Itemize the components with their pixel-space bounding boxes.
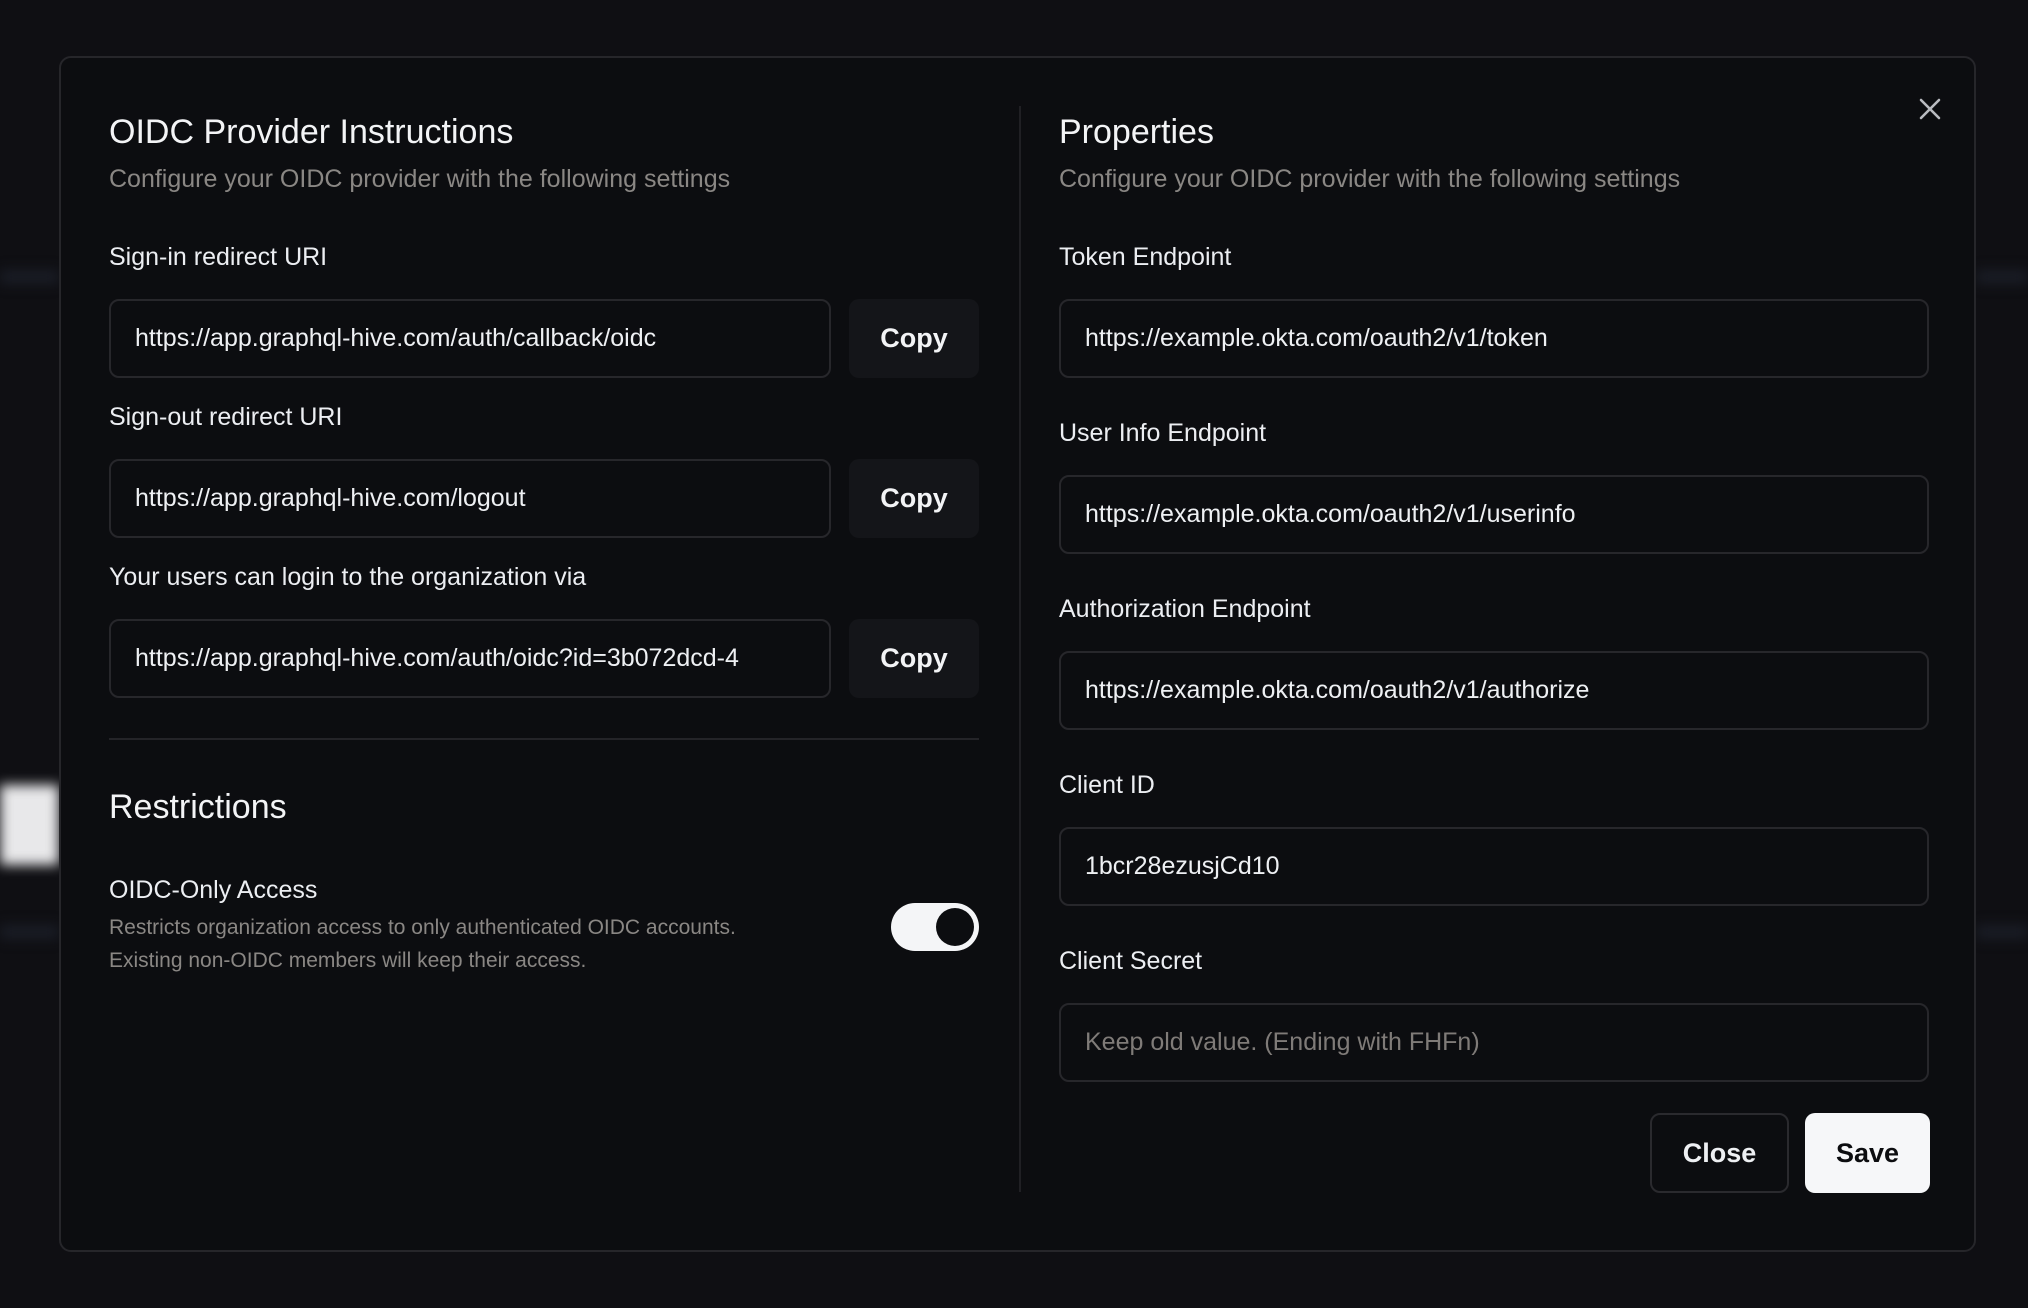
login-url-input[interactable]: https://app.graphql-hive.com/auth/oidc?i… <box>109 619 831 698</box>
oidc-settings-dialog: OIDC Provider Instructions Configure you… <box>59 56 1976 1252</box>
section-divider <box>109 738 979 740</box>
save-button[interactable]: Save <box>1805 1113 1930 1193</box>
blurred-background <box>0 270 59 284</box>
copy-login-url-button[interactable]: Copy <box>849 619 979 698</box>
user-info-endpoint-input[interactable]: https://example.okta.com/oauth2/v1/useri… <box>1059 475 1929 554</box>
copy-sign-out-uri-button[interactable]: Copy <box>849 459 979 538</box>
client-secret-label: Client Secret <box>1059 947 1203 975</box>
blurred-background <box>1976 270 2028 284</box>
token-endpoint-label: Token Endpoint <box>1059 243 1232 271</box>
description-line: Existing non-OIDC members will keep thei… <box>109 949 587 972</box>
column-divider <box>1019 106 1021 1192</box>
login-url-label: Your users can login to the organization… <box>109 563 587 591</box>
sign-out-uri-input[interactable]: https://app.graphql-hive.com/logout <box>109 459 831 538</box>
client-id-input[interactable]: 1bcr28ezusjCd10 <box>1059 827 1929 906</box>
toggle-knob <box>936 908 974 946</box>
client-id-label: Client ID <box>1059 771 1155 799</box>
blurred-background <box>0 785 59 865</box>
oidc-only-access-label: OIDC-Only Access <box>109 876 318 904</box>
authorization-endpoint-label: Authorization Endpoint <box>1059 595 1311 623</box>
sign-out-uri-label: Sign-out redirect URI <box>109 403 343 431</box>
close-x-icon[interactable] <box>1915 94 1945 124</box>
instructions-subtitle: Configure your OIDC provider with the fo… <box>109 165 731 193</box>
token-endpoint-input[interactable]: https://example.okta.com/oauth2/v1/token <box>1059 299 1929 378</box>
sign-in-uri-label: Sign-in redirect URI <box>109 243 328 271</box>
description-line: Restricts organization access to only au… <box>109 916 736 939</box>
oidc-only-access-toggle[interactable] <box>891 903 979 951</box>
client-secret-input[interactable]: Keep old value. (Ending with FHFn) <box>1059 1003 1929 1082</box>
restrictions-title: Restrictions <box>109 788 287 826</box>
instructions-title: OIDC Provider Instructions <box>109 113 514 151</box>
properties-subtitle: Configure your OIDC provider with the fo… <box>1059 165 1681 193</box>
authorization-endpoint-input[interactable]: https://example.okta.com/oauth2/v1/autho… <box>1059 651 1929 730</box>
user-info-endpoint-label: User Info Endpoint <box>1059 419 1267 447</box>
properties-title: Properties <box>1059 113 1214 151</box>
blurred-background <box>0 925 59 939</box>
blurred-background <box>1976 925 2028 939</box>
copy-sign-in-uri-button[interactable]: Copy <box>849 299 979 378</box>
close-button[interactable]: Close <box>1650 1113 1789 1193</box>
sign-in-uri-input[interactable]: https://app.graphql-hive.com/auth/callba… <box>109 299 831 378</box>
oidc-only-access-description: Restricts organization access to only au… <box>109 911 736 977</box>
